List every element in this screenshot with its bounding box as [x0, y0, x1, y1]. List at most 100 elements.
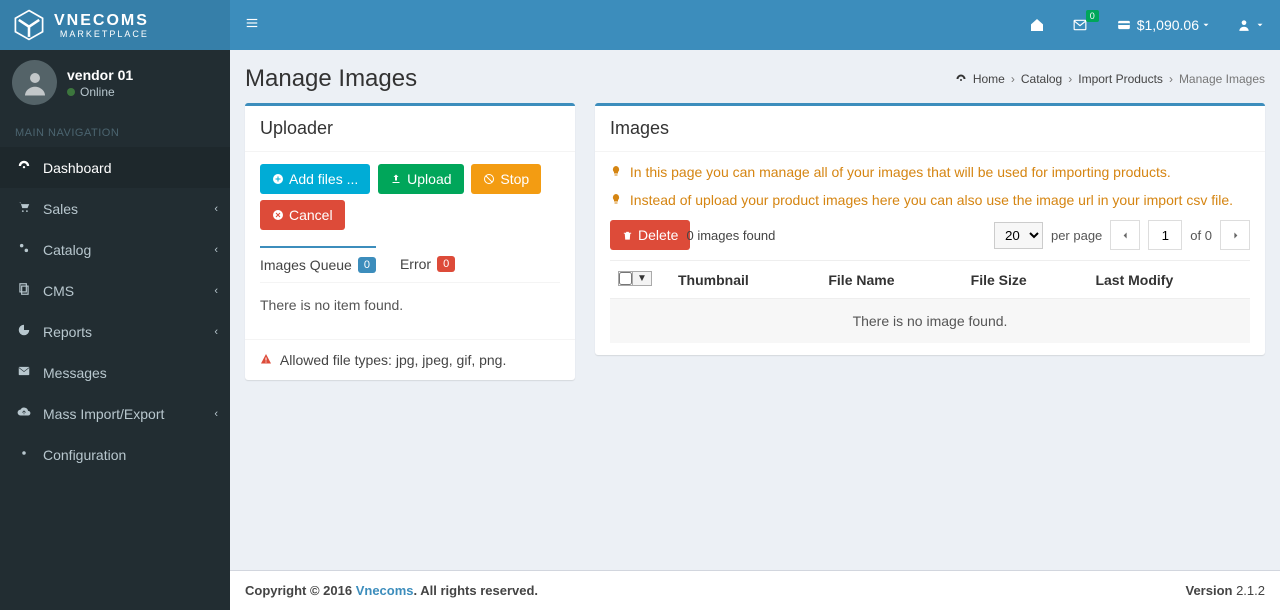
add-files-button[interactable]: Add files ...	[260, 164, 370, 194]
ban-icon	[483, 173, 495, 185]
images-title: Images	[595, 106, 1265, 152]
copy-icon	[15, 282, 33, 299]
cancel-label: Cancel	[289, 207, 333, 223]
user-icon	[20, 68, 50, 98]
card-icon	[1115, 18, 1133, 32]
chevron-left-icon	[1121, 231, 1130, 240]
lightbulb-icon	[610, 164, 626, 180]
stop-button[interactable]: Stop	[471, 164, 541, 194]
cancel-button[interactable]: Cancel	[260, 200, 345, 230]
chevron-left-icon: ‹	[214, 285, 218, 297]
tip-1-text: In this page you can manage all of your …	[630, 164, 1171, 180]
nav-messages-label: Messages	[43, 365, 107, 381]
next-page-button[interactable]	[1220, 220, 1250, 250]
tab-queue-label: Images Queue	[260, 257, 352, 273]
gear-icon	[15, 446, 33, 463]
images-table: ▼ Thumbnail File Name File Size Last Mod…	[610, 260, 1250, 343]
user-status-text: Online	[80, 85, 115, 99]
found-text: 0 images found	[686, 228, 775, 243]
nav-sales[interactable]: Sales ‹	[0, 188, 230, 229]
add-files-label: Add files ...	[289, 171, 358, 187]
uploader-empty: There is no item found.	[260, 291, 560, 327]
user-icon	[1237, 18, 1251, 32]
stop-label: Stop	[500, 171, 529, 187]
user-status: Online	[67, 85, 133, 99]
nav-messages[interactable]: Messages	[0, 352, 230, 393]
page-title: Manage Images	[245, 65, 417, 93]
content: Manage Images Home › Catalog › Import Pr…	[230, 50, 1280, 570]
balance-amount: $1,090.06	[1137, 17, 1199, 33]
crumb-import[interactable]: Import Products	[1078, 72, 1163, 86]
menu-toggle-button[interactable]	[245, 16, 259, 35]
brand-name: VNECOMS	[54, 12, 149, 29]
allowed-text: Allowed file types: jpg, jpeg, gif, png.	[280, 352, 506, 368]
tip-1: In this page you can manage all of your …	[610, 164, 1250, 180]
nav-massio-label: Mass Import/Export	[43, 406, 164, 422]
brand-sub: MARKETPLACE	[54, 29, 149, 39]
caret-down-icon	[1255, 20, 1265, 30]
sidebar: VNECOMS MARKETPLACE vendor 01 Online MAI…	[0, 0, 230, 610]
th-filesize: File Size	[963, 261, 1088, 299]
nav-massio[interactable]: Mass Import/Export ‹	[0, 393, 230, 434]
upload-label: Upload	[407, 171, 451, 187]
nav-header: MAIN NAVIGATION	[0, 115, 230, 147]
footer: Copyright © 2016 Vnecoms. All rights res…	[230, 570, 1280, 610]
mail-link[interactable]: 0	[1071, 18, 1089, 32]
breadcrumb: Home › Catalog › Import Products › Manag…	[955, 72, 1265, 86]
chevron-left-icon: ‹	[214, 203, 218, 215]
nav-dashboard-label: Dashboard	[43, 160, 112, 176]
crumb-home[interactable]: Home	[973, 72, 1005, 86]
tab-error[interactable]: Error 0	[400, 246, 455, 282]
logo[interactable]: VNECOMS MARKETPLACE	[0, 0, 230, 50]
cogs-icon	[15, 241, 33, 258]
select-all-caret[interactable]: ▼	[632, 272, 651, 285]
dashboard-icon	[15, 159, 33, 176]
nav-cms-label: CMS	[43, 283, 74, 299]
nav-cms[interactable]: CMS ‹	[0, 270, 230, 311]
perpage-select[interactable]: 20	[994, 222, 1043, 249]
cloud-upload-icon	[15, 405, 33, 422]
th-thumbnail: Thumbnail	[670, 261, 820, 299]
uploader-box: Uploader Add files ... Upload Stop	[245, 103, 575, 380]
home-icon	[1029, 17, 1045, 33]
uploader-tabs: Images Queue 0 Error 0	[260, 246, 560, 283]
topbar: 0 $1,090.06	[230, 0, 1280, 50]
nav-config[interactable]: Configuration	[0, 434, 230, 475]
content-header: Manage Images Home › Catalog › Import Pr…	[230, 50, 1280, 103]
tip-2-text: Instead of upload your product images he…	[630, 192, 1233, 208]
balance-link[interactable]: $1,090.06	[1115, 17, 1211, 33]
nav-dashboard[interactable]: Dashboard	[0, 147, 230, 188]
nav-catalog[interactable]: Catalog ‹	[0, 229, 230, 270]
th-lastmodify: Last Modify	[1087, 261, 1250, 299]
page-of: of 0	[1190, 228, 1212, 243]
crumb-current: Manage Images	[1179, 72, 1265, 86]
prev-page-button[interactable]	[1110, 220, 1140, 250]
allowed-types: Allowed file types: jpg, jpeg, gif, png.	[245, 339, 575, 380]
copyright: Copyright © 2016 Vnecoms. All rights res…	[245, 583, 538, 598]
lightbulb-icon	[610, 192, 626, 208]
chevron-right-icon	[1231, 231, 1240, 240]
select-all-checkbox[interactable]	[619, 272, 632, 285]
tip-2: Instead of upload your product images he…	[610, 192, 1250, 208]
mail-badge: 0	[1086, 10, 1099, 22]
th-filename: File Name	[820, 261, 962, 299]
user-name: vendor 01	[67, 67, 133, 83]
upload-button[interactable]: Upload	[378, 164, 463, 194]
select-all[interactable]: ▼	[618, 271, 652, 286]
nav-reports[interactable]: Reports ‹	[0, 311, 230, 352]
envelope-icon	[15, 364, 33, 381]
footer-brand-link[interactable]: Vnecoms	[356, 583, 414, 598]
pie-icon	[15, 323, 33, 340]
user-menu[interactable]	[1237, 18, 1265, 32]
nav-reports-label: Reports	[43, 324, 92, 340]
images-toolbar: Delete 0 images found 20 per page	[610, 220, 1250, 250]
page-input[interactable]	[1148, 220, 1182, 250]
crumb-catalog[interactable]: Catalog	[1021, 72, 1062, 86]
delete-button[interactable]: Delete	[610, 220, 690, 250]
tab-queue[interactable]: Images Queue 0	[260, 246, 376, 282]
warning-icon	[260, 352, 276, 368]
avatar	[12, 60, 57, 105]
tab-queue-count: 0	[358, 257, 376, 273]
home-link[interactable]	[1029, 17, 1045, 33]
caret-down-icon	[1201, 20, 1211, 30]
